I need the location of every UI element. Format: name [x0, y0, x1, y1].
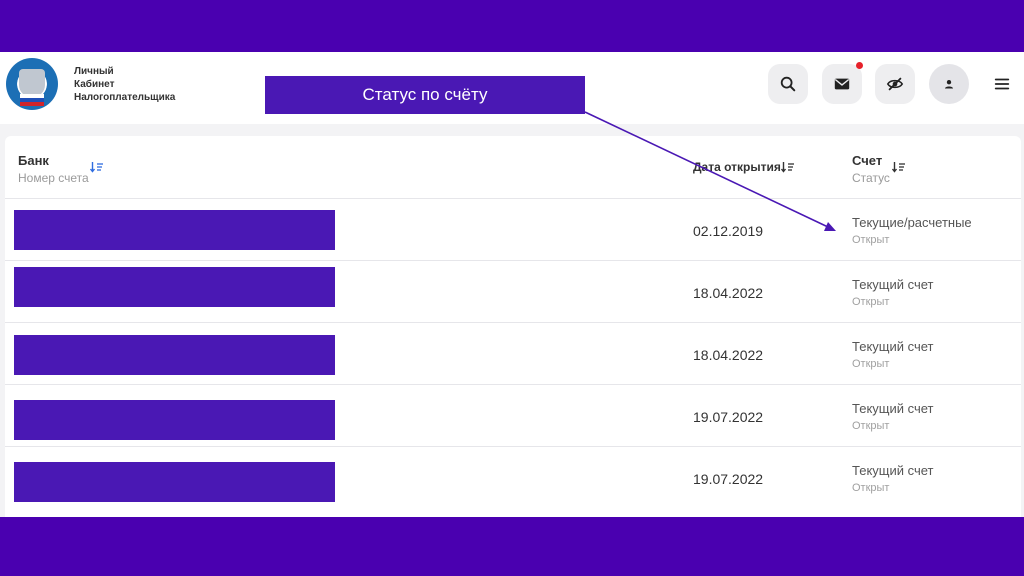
open-date: 19.07.2022 [693, 471, 764, 487]
visibility-toggle-button[interactable] [875, 64, 915, 104]
redacted-bank-name [14, 267, 335, 307]
account-type: Текущие/расчетные [852, 215, 972, 230]
column-subheader-account-number: Номер счета [18, 171, 89, 185]
brand-line-2: Кабинет [74, 79, 115, 90]
redacted-bank-name [14, 335, 335, 375]
sort-account-icon[interactable] [892, 161, 906, 173]
open-date: 18.04.2022 [693, 285, 764, 301]
user-icon [944, 80, 954, 89]
brand-line-1: Личный [74, 66, 114, 77]
account-type: Текущий счет [852, 401, 934, 416]
redacted-bank-name [14, 210, 335, 250]
account-status: Открыт [852, 296, 890, 308]
account-type: Текущий счет [852, 277, 934, 292]
account-type: Текущий счет [852, 463, 934, 478]
profile-button[interactable] [929, 64, 969, 104]
account-type: Текущий счет [852, 339, 934, 354]
account-status: Открыт [852, 358, 890, 370]
account-status: Открыт [852, 420, 890, 432]
table-row[interactable]: 18.04.2022 Текущий счет Открыт [5, 260, 1021, 322]
column-header-account[interactable]: Счет [852, 153, 882, 168]
redacted-bank-name [14, 462, 335, 502]
account-status: Открыт [852, 482, 890, 494]
messages-button[interactable] [822, 62, 863, 104]
open-date: 02.12.2019 [693, 223, 764, 239]
table-row[interactable]: 02.12.2019 Текущие/расчетные Открыт [5, 198, 1021, 260]
redacted-bank-name [14, 400, 335, 440]
menu-button[interactable] [982, 64, 1022, 104]
app-window: Личный Кабинет Налогоплательщика Банк Но… [0, 52, 1024, 517]
table-row[interactable]: 19.07.2022 Текущий счет Открыт [5, 446, 1021, 508]
brand-title: Личный Кабинет Налогоплательщика [74, 65, 175, 104]
account-status: Открыт [852, 234, 890, 246]
search-button[interactable] [768, 64, 808, 104]
hamburger-icon [994, 78, 1010, 90]
table-row[interactable]: 18.04.2022 Текущий счет Открыт [5, 322, 1021, 384]
sort-bank-icon[interactable] [90, 161, 104, 173]
column-subheader-status: Статус [852, 171, 890, 185]
brand-line-3: Налогоплательщика [74, 92, 176, 103]
column-header-bank[interactable]: Банк [18, 153, 49, 168]
table-row[interactable]: 19.07.2022 Текущий счет Открыт [5, 384, 1021, 446]
accounts-table: Банк Номер счета Дата открытия Счет Стат… [5, 136, 1021, 517]
open-date: 18.04.2022 [693, 347, 764, 363]
eagle-crest-icon [19, 69, 45, 97]
fns-logo[interactable] [6, 58, 58, 110]
search-icon [780, 76, 796, 92]
annotation-callout: Статус по счёту [265, 76, 585, 114]
notification-dot [856, 62, 863, 69]
column-header-date[interactable]: Дата открытия [693, 160, 781, 174]
open-date: 19.07.2022 [693, 409, 764, 425]
sort-date-icon[interactable] [781, 161, 795, 173]
eye-slash-icon [886, 77, 904, 91]
envelope-icon [834, 78, 850, 90]
